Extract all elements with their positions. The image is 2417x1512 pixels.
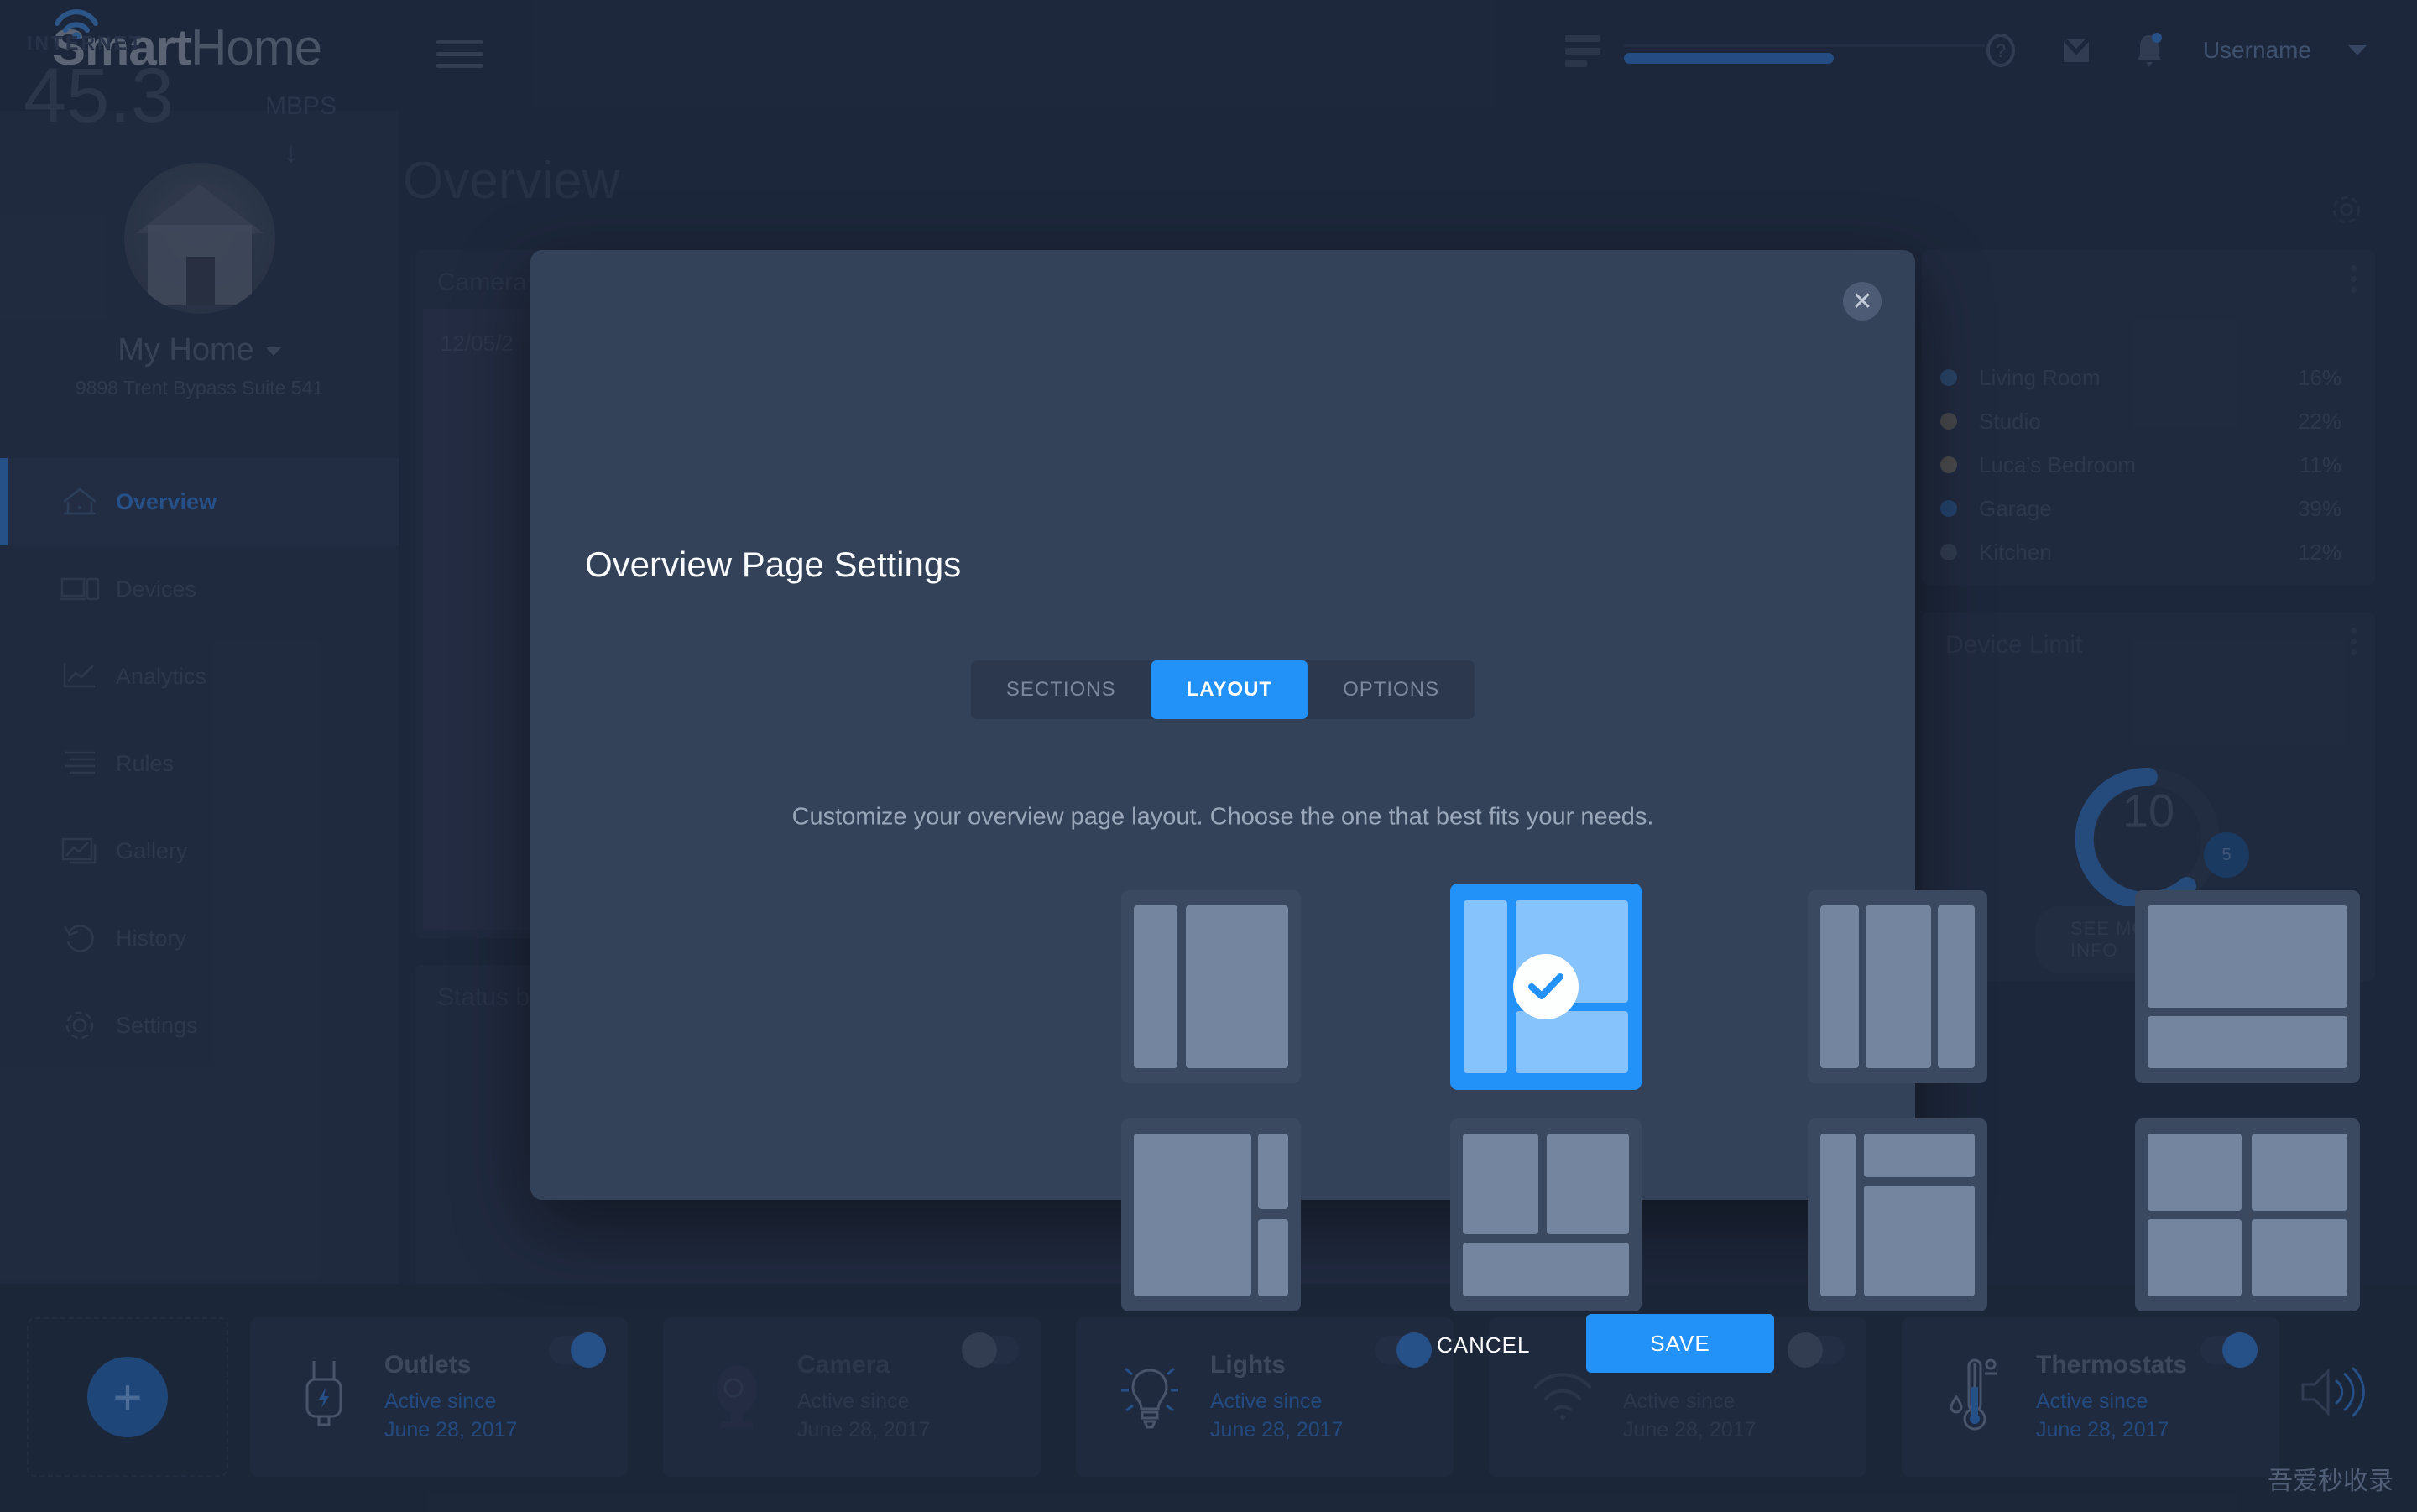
layout-option-stacked-two-row[interactable] <box>2135 890 2360 1083</box>
modal-tabs: SECTIONS LAYOUT OPTIONS <box>970 660 1475 719</box>
layout-option-two-top-one-bottom[interactable] <box>1450 1118 1642 1311</box>
overview-page-settings-modal: ✕ Overview Page Settings SECTIONS LAYOUT… <box>530 250 2360 1373</box>
cancel-button[interactable]: CANCEL <box>1437 1332 1530 1358</box>
save-button[interactable]: SAVE <box>1586 1314 1774 1373</box>
tab-layout[interactable]: LAYOUT <box>1151 660 1308 719</box>
modal-title: Overview Page Settings <box>585 545 962 584</box>
watermark: 吾爱秒收录 <box>2268 1468 2394 1495</box>
close-icon[interactable]: ✕ <box>1843 282 1882 321</box>
layout-option-main-left-two-right[interactable] <box>1121 1118 1301 1311</box>
layout-option-sidebar-split-right[interactable] <box>1450 884 1642 1090</box>
layout-option-three-col[interactable] <box>1808 890 1987 1083</box>
layout-option-two-col-left-narrow[interactable] <box>1121 890 1301 1083</box>
layout-option-quad-grid[interactable] <box>2135 1118 2360 1311</box>
tab-sections[interactable]: SECTIONS <box>971 660 1151 719</box>
layout-option-left-rail-two-stack[interactable] <box>1808 1118 1987 1311</box>
app-root: SmartHome ? Username My Home 9898 Trent … <box>0 0 2417 1512</box>
selected-check-icon <box>1513 954 1579 1019</box>
modal-description: Customize your overview page layout. Cho… <box>791 803 1654 831</box>
tab-options[interactable]: OPTIONS <box>1308 660 1475 719</box>
